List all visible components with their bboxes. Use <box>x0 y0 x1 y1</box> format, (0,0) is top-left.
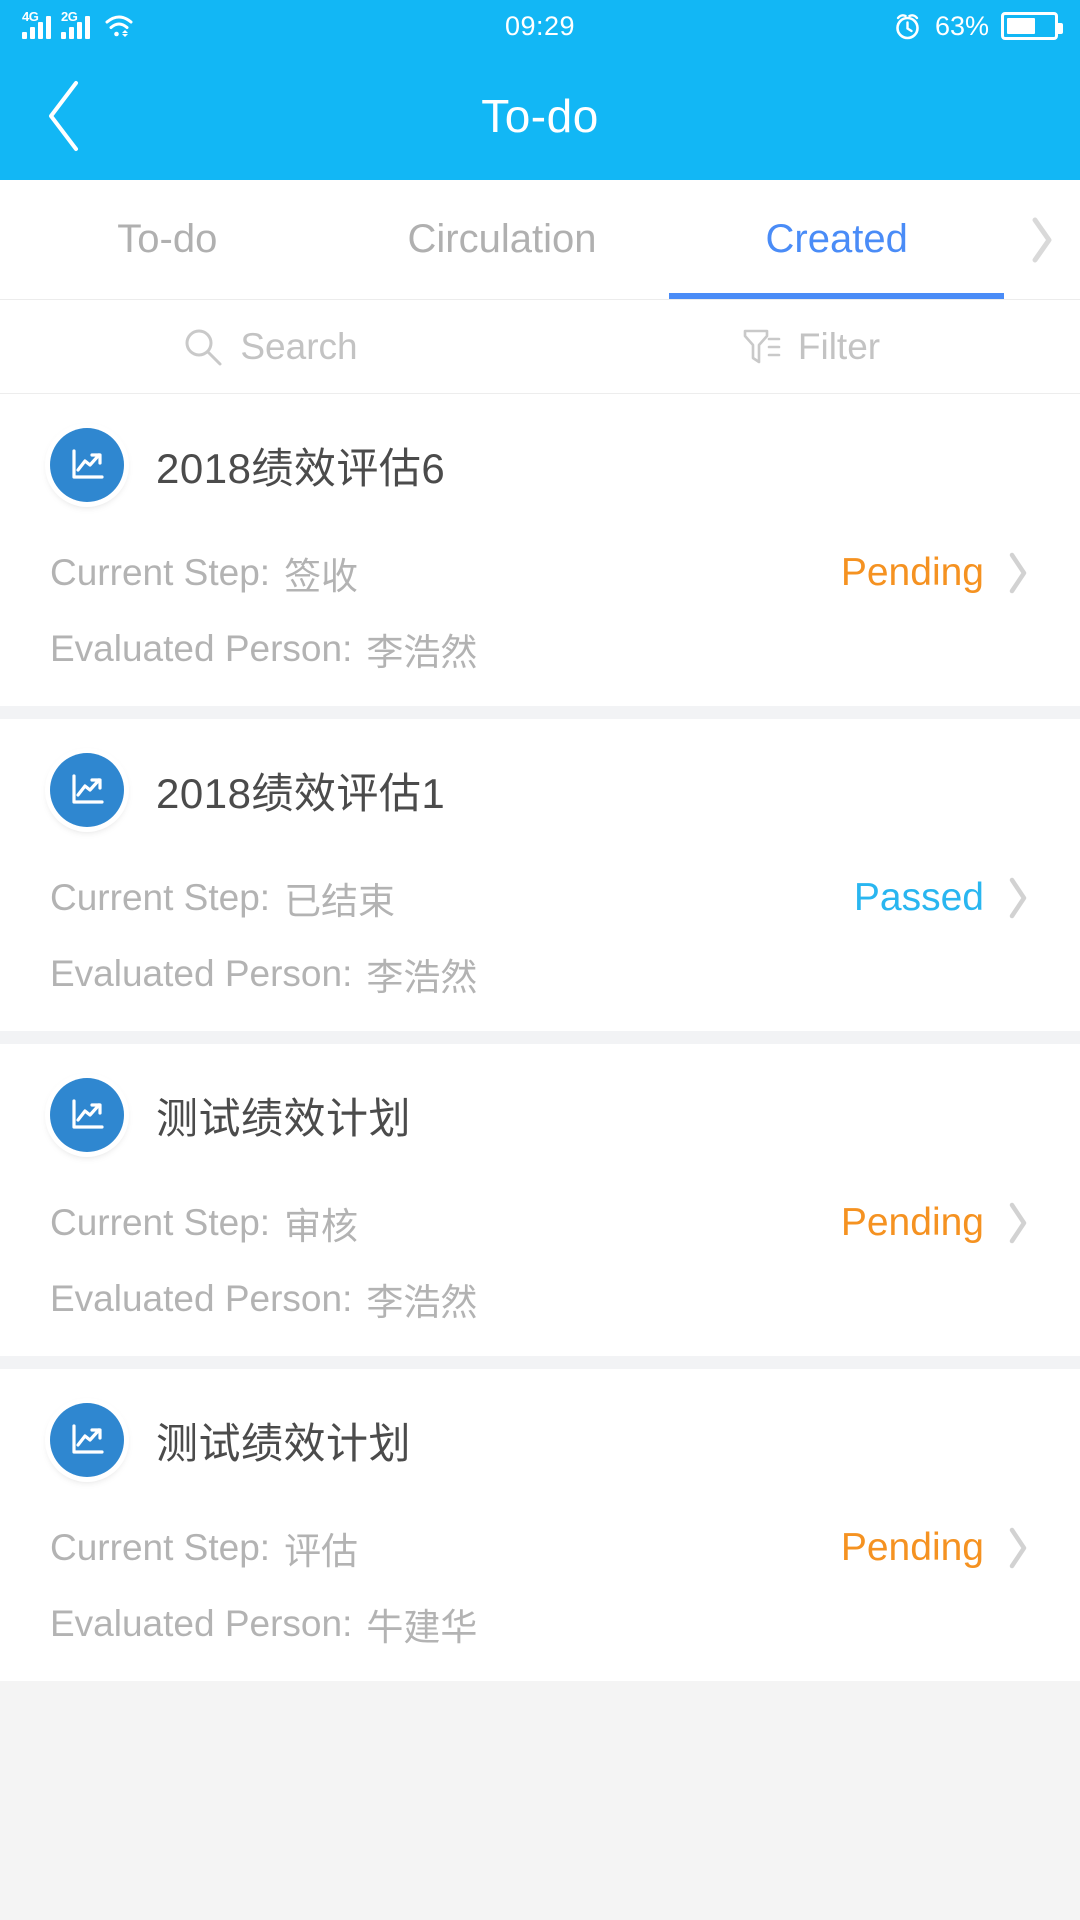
evaluated-person-value: 李浩然 <box>366 632 478 673</box>
evaluated-person-row: Evaluated Person: 李浩然 <box>50 947 1030 1001</box>
chevron-right-icon <box>1006 876 1030 920</box>
status-bar-left: 4G 2G <box>22 9 134 39</box>
current-step-value: 签收 <box>284 556 359 597</box>
signal-bar <box>85 16 90 39</box>
tab-created[interactable]: Created <box>669 180 1004 299</box>
signal-bar <box>38 22 43 39</box>
search-icon <box>182 326 224 368</box>
task-status-group[interactable]: Pending <box>841 1201 1030 1245</box>
tab-todo-label: To-do <box>117 217 218 261</box>
task-status-group[interactable]: Pending <box>841 1526 1030 1570</box>
task-card[interactable]: 测试绩效计划 Current Step: 评估 Pending Evaluated P… <box>0 1369 1080 1681</box>
signal-strength-1-icon: 4G <box>22 9 51 39</box>
chevron-right-icon <box>1006 1201 1030 1245</box>
signal-bar <box>22 32 27 39</box>
current-step-label: Current Step: <box>50 552 271 593</box>
signal-bar <box>46 16 51 39</box>
status-badge: Passed <box>853 876 984 919</box>
task-card[interactable]: 2018绩效评估1 Current Step: 已结束 Passed Evaluate… <box>0 719 1080 1031</box>
filter-label: Filter <box>797 325 881 367</box>
task-list: 2018绩效评估6 Current Step: 签收 Pending Evaluate… <box>0 394 1080 1681</box>
task-card-header: 测试绩效计划 <box>50 1403 1030 1477</box>
evaluated-person-row: Evaluated Person: 李浩然 <box>50 622 1030 676</box>
task-status-group[interactable]: Passed <box>854 876 1030 920</box>
evaluated-person-row: Evaluated Person: 牛建华 <box>50 1597 1030 1651</box>
evaluated-person-label: Evaluated Person: <box>50 628 353 669</box>
tab-circulation[interactable]: Circulation <box>335 180 670 299</box>
signal-strength-2-icon: 2G <box>61 9 90 39</box>
chevron-right-icon <box>1006 551 1030 595</box>
task-title: 测试绩效计划 <box>156 1094 412 1142</box>
signal-2-network-label: 2G <box>61 9 78 24</box>
performance-chart-icon <box>50 753 124 827</box>
evaluated-person-value: 李浩然 <box>366 957 478 998</box>
signal-1-network-label: 4G <box>22 9 39 24</box>
task-card-header: 2018绩效评估1 <box>50 753 1030 827</box>
status-badge: Pending <box>840 551 984 594</box>
alarm-clock-icon <box>892 11 923 42</box>
tab-circulation-label: Circulation <box>407 217 597 261</box>
status-badge: Pending <box>840 1526 984 1569</box>
filter-icon <box>740 325 782 369</box>
page-title: To-do <box>481 90 599 142</box>
status-bar-right: 63% <box>892 10 1063 42</box>
current-step-row: Current Step: 审核 Pending <box>50 1196 1030 1250</box>
tab-todo[interactable]: To-do <box>0 180 335 299</box>
status-bar: 4G 2G 09:29 63% <box>0 0 1080 52</box>
task-card-header: 测试绩效计划 <box>50 1078 1030 1152</box>
task-title: 测试绩效计划 <box>156 1419 412 1467</box>
current-step-value: 评估 <box>284 1531 359 1572</box>
current-step-label: Current Step: <box>50 1202 271 1243</box>
evaluated-person-value: 李浩然 <box>366 1282 478 1323</box>
performance-chart-icon <box>50 1403 124 1477</box>
performance-chart-icon <box>50 1078 124 1152</box>
current-step-row: Current Step: 评估 Pending <box>50 1521 1030 1575</box>
tab-bar: To-do Circulation Created <box>0 180 1080 300</box>
task-card[interactable]: 2018绩效评估6 Current Step: 签收 Pending Evaluate… <box>0 394 1080 706</box>
current-step-value: 已结束 <box>284 881 396 922</box>
current-step-label: Current Step: <box>50 877 271 918</box>
status-badge: Pending <box>840 1201 984 1244</box>
task-title: 2018绩效评估6 <box>156 444 446 492</box>
search-filter-bar: Search Filter <box>0 300 1080 394</box>
current-step-value: 审核 <box>284 1206 359 1247</box>
task-card-header: 2018绩效评估6 <box>50 428 1030 502</box>
navigation-bar: To-do <box>0 52 1080 180</box>
app-screen: 4G 2G 09:29 63% To-do To-do Circulation … <box>0 0 1080 1920</box>
search-placeholder: Search <box>240 325 358 367</box>
tabs-more-button[interactable] <box>1004 180 1080 299</box>
evaluated-person-row: Evaluated Person: 李浩然 <box>50 1272 1030 1326</box>
search-input[interactable]: Search <box>0 300 540 393</box>
task-status-group[interactable]: Pending <box>841 551 1030 595</box>
evaluated-person-label: Evaluated Person: <box>50 1278 353 1319</box>
current-step-label: Current Step: <box>50 1527 271 1568</box>
performance-chart-icon <box>50 428 124 502</box>
current-step-row: Current Step: 签收 Pending <box>50 546 1030 600</box>
evaluated-person-label: Evaluated Person: <box>50 1603 353 1644</box>
task-card[interactable]: 测试绩效计划 Current Step: 审核 Pending Evaluated P… <box>0 1044 1080 1356</box>
task-title: 2018绩效评估1 <box>156 769 446 817</box>
signal-bar <box>77 22 82 39</box>
battery-percent-label: 63% <box>934 10 989 41</box>
signal-bar <box>30 27 35 39</box>
signal-bar <box>61 32 66 39</box>
wifi-icon <box>104 13 134 39</box>
evaluated-person-label: Evaluated Person: <box>50 953 353 994</box>
chevron-right-icon <box>1006 1526 1030 1570</box>
signal-bar <box>69 27 74 39</box>
chevron-right-icon <box>1029 216 1055 264</box>
battery-icon <box>1001 12 1063 40</box>
current-step-row: Current Step: 已结束 Passed <box>50 871 1030 925</box>
evaluated-person-value: 牛建华 <box>366 1607 478 1648</box>
filter-button[interactable]: Filter <box>540 300 1080 393</box>
tab-created-label: Created <box>765 217 908 261</box>
